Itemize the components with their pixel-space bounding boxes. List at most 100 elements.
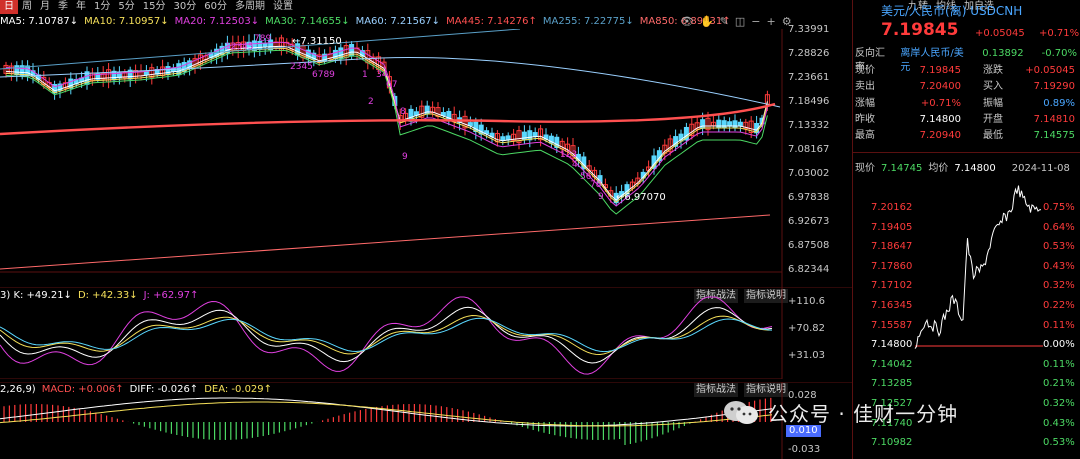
price-tick: 7.13332 bbox=[788, 120, 830, 131]
chart-tool-icons: 👁 ✋ ✎ ◫ − + ⚙ bbox=[680, 15, 792, 29]
intraday-price-tick: 7.14800 bbox=[871, 339, 913, 351]
kdj-tick: +31.03 bbox=[788, 350, 826, 361]
td-count: 34 bbox=[376, 70, 388, 80]
kdj-chart[interactable] bbox=[0, 287, 852, 379]
draw-icon[interactable]: ✎ bbox=[720, 15, 729, 29]
period-tab-7[interactable]: 15分 bbox=[139, 0, 170, 14]
intraday-price-tick: 7.16345 bbox=[871, 300, 913, 311]
period-tab-5[interactable]: 1分 bbox=[90, 0, 114, 14]
period-tab-3[interactable]: 季 bbox=[54, 0, 72, 14]
quote-cell: 涨幅 bbox=[855, 97, 875, 109]
kdj-tick: +110.6 bbox=[788, 296, 826, 307]
reverse-name[interactable]: 离岸人民币/美元 bbox=[900, 47, 970, 73]
intraday-header: 现价 7.14745 均价 7.14800 2024-11-08 bbox=[855, 162, 1080, 176]
intraday-pct-tick: 0.75% bbox=[1043, 202, 1075, 213]
divider bbox=[853, 152, 1080, 153]
quote-cell: 开盘 bbox=[983, 113, 1003, 125]
period-tab-10[interactable]: 多周期 bbox=[231, 0, 269, 14]
intraday-pct-tick: 0.53% bbox=[1043, 437, 1075, 449]
watermark: 公众号 · 佳财一分钟 bbox=[722, 398, 958, 427]
period-tab-8[interactable]: 30分 bbox=[169, 0, 200, 14]
td-count: 78 bbox=[590, 180, 602, 190]
period-tab-9[interactable]: 60分 bbox=[200, 0, 231, 14]
period-tab-0[interactable]: 日 bbox=[0, 0, 18, 14]
td-count: 9 bbox=[598, 192, 604, 202]
legend-item: MA30: 7.14655↓ bbox=[265, 16, 350, 27]
quote-cell: 昨收 bbox=[855, 113, 875, 125]
candlestick-chart[interactable]: ←7.31150←6.970701234578923456789 12346789… bbox=[0, 29, 852, 287]
quote-cell: 振幅 bbox=[983, 97, 1003, 109]
legend-item: MA445: 7.14276↑ bbox=[446, 16, 537, 27]
intraday-price-tick: 7.17860 bbox=[871, 260, 913, 272]
quote-cell: 7.20400 bbox=[919, 81, 961, 93]
eye-icon[interactable]: 👁 bbox=[680, 15, 694, 29]
legend-item: MA255: 7.22775↓ bbox=[542, 16, 634, 27]
price-tick: 7.18496 bbox=[788, 96, 830, 107]
quote-row: 卖出 7.20400 买入 7.19290 bbox=[855, 79, 1079, 95]
minus-icon[interactable]: − bbox=[751, 15, 760, 29]
kdj-tick: +70.82 bbox=[788, 323, 826, 334]
price-change: +0.05045 bbox=[975, 28, 1025, 39]
intraday-price-tick: 7.13285 bbox=[871, 378, 913, 390]
price-tick: 6.82344 bbox=[788, 264, 830, 275]
td-count: 2345 bbox=[290, 62, 313, 72]
price-tick: 7.03002 bbox=[788, 168, 830, 179]
intraday-price-tick: 7.15587 bbox=[871, 319, 913, 331]
td-count: 67 bbox=[386, 80, 397, 90]
td-count: 6789 bbox=[312, 70, 335, 80]
td-count: 789 bbox=[254, 34, 271, 44]
reverse-pct: -0.70% bbox=[1041, 48, 1077, 59]
low-annotation: ←6.97070 bbox=[616, 192, 666, 203]
high-annotation: ←7.31150 bbox=[292, 36, 342, 47]
period-tab-1[interactable]: 周 bbox=[18, 0, 36, 14]
plus-icon[interactable]: + bbox=[767, 15, 776, 29]
macd-tick: -0.033 bbox=[788, 444, 821, 455]
now-value: 7.14745 bbox=[881, 163, 923, 174]
reverse-label: 反向汇率: bbox=[855, 48, 885, 73]
intraday-pct-tick: 0.43% bbox=[1043, 260, 1075, 272]
price-tick: 6.87508 bbox=[788, 240, 830, 251]
quote-row: 现价 7.19845 涨跌 +0.05045 bbox=[855, 63, 1079, 79]
period-tab-6[interactable]: 5分 bbox=[114, 0, 138, 14]
reverse-value: 0.13892 bbox=[982, 48, 1024, 59]
quote-cell: 最高 bbox=[855, 130, 875, 142]
period-tab-4[interactable]: 年 bbox=[72, 0, 90, 14]
now-label: 现价 bbox=[855, 163, 875, 174]
quote-row: 昨收 7.14800 开盘 7.14810 bbox=[855, 112, 1079, 128]
intraday-date: 2024-11-08 bbox=[1011, 163, 1070, 174]
quote-cell: 卖出 bbox=[855, 81, 875, 93]
intraday-price-tick: 7.20162 bbox=[871, 202, 913, 213]
quote-cell: 买入 bbox=[983, 81, 1003, 93]
quote-cell: 7.19845 bbox=[919, 65, 961, 76]
eraser-icon[interactable]: ◫ bbox=[735, 15, 745, 29]
quote-cell: 现价 bbox=[855, 65, 875, 76]
td-count: 12345 bbox=[225, 42, 254, 52]
quote-cell: 涨跌 bbox=[983, 65, 1003, 76]
legend-item: MA10: 7.10957↓ bbox=[84, 16, 169, 27]
period-tab-2[interactable]: 月 bbox=[36, 0, 54, 14]
last-price: 7.19845 bbox=[881, 20, 959, 40]
intraday-pct-tick: 0.32% bbox=[1043, 398, 1075, 409]
td-count: 1 bbox=[362, 70, 368, 80]
legend-item: MA60: 7.21567↓ bbox=[355, 16, 441, 27]
period-toolbar: 日周月季年 1分 5分 15分 30分 60分 多周期 设置 bbox=[0, 0, 852, 14]
quote-cell: 7.20940 bbox=[919, 130, 961, 142]
ma-legend: MA5: 7.10787↓ MA10: 7.10957↓ MA20: 7.12503… bbox=[0, 15, 731, 29]
td-count: 123 bbox=[560, 150, 577, 160]
quote-cell: 最低 bbox=[983, 130, 1003, 142]
quote-row: 最高 7.20940 最低 7.14575 bbox=[855, 128, 1079, 144]
price-tick: 7.28826 bbox=[788, 48, 830, 59]
hand-icon[interactable]: ✋ bbox=[700, 15, 714, 29]
price-tick: 6.92673 bbox=[788, 216, 830, 227]
period-tab-11[interactable]: 设置 bbox=[269, 0, 297, 14]
price-tick: 6.97838 bbox=[788, 192, 830, 203]
intraday-pct-tick: 0.11% bbox=[1043, 319, 1075, 331]
intraday-pct-tick: 0.22% bbox=[1043, 300, 1075, 311]
price-change-pct: +0.71% bbox=[1039, 28, 1080, 39]
avg-label: 均价 bbox=[928, 163, 949, 174]
intraday-pct-tick: 0.11% bbox=[1043, 358, 1075, 370]
intraday-pct-tick: 0.00% bbox=[1043, 339, 1075, 351]
legend-item: MA5: 7.10787↓ bbox=[0, 16, 79, 27]
quote-cell: 7.14575 bbox=[1033, 130, 1075, 142]
watermark-text: 公众号 · 佳财一分钟 bbox=[768, 402, 959, 426]
